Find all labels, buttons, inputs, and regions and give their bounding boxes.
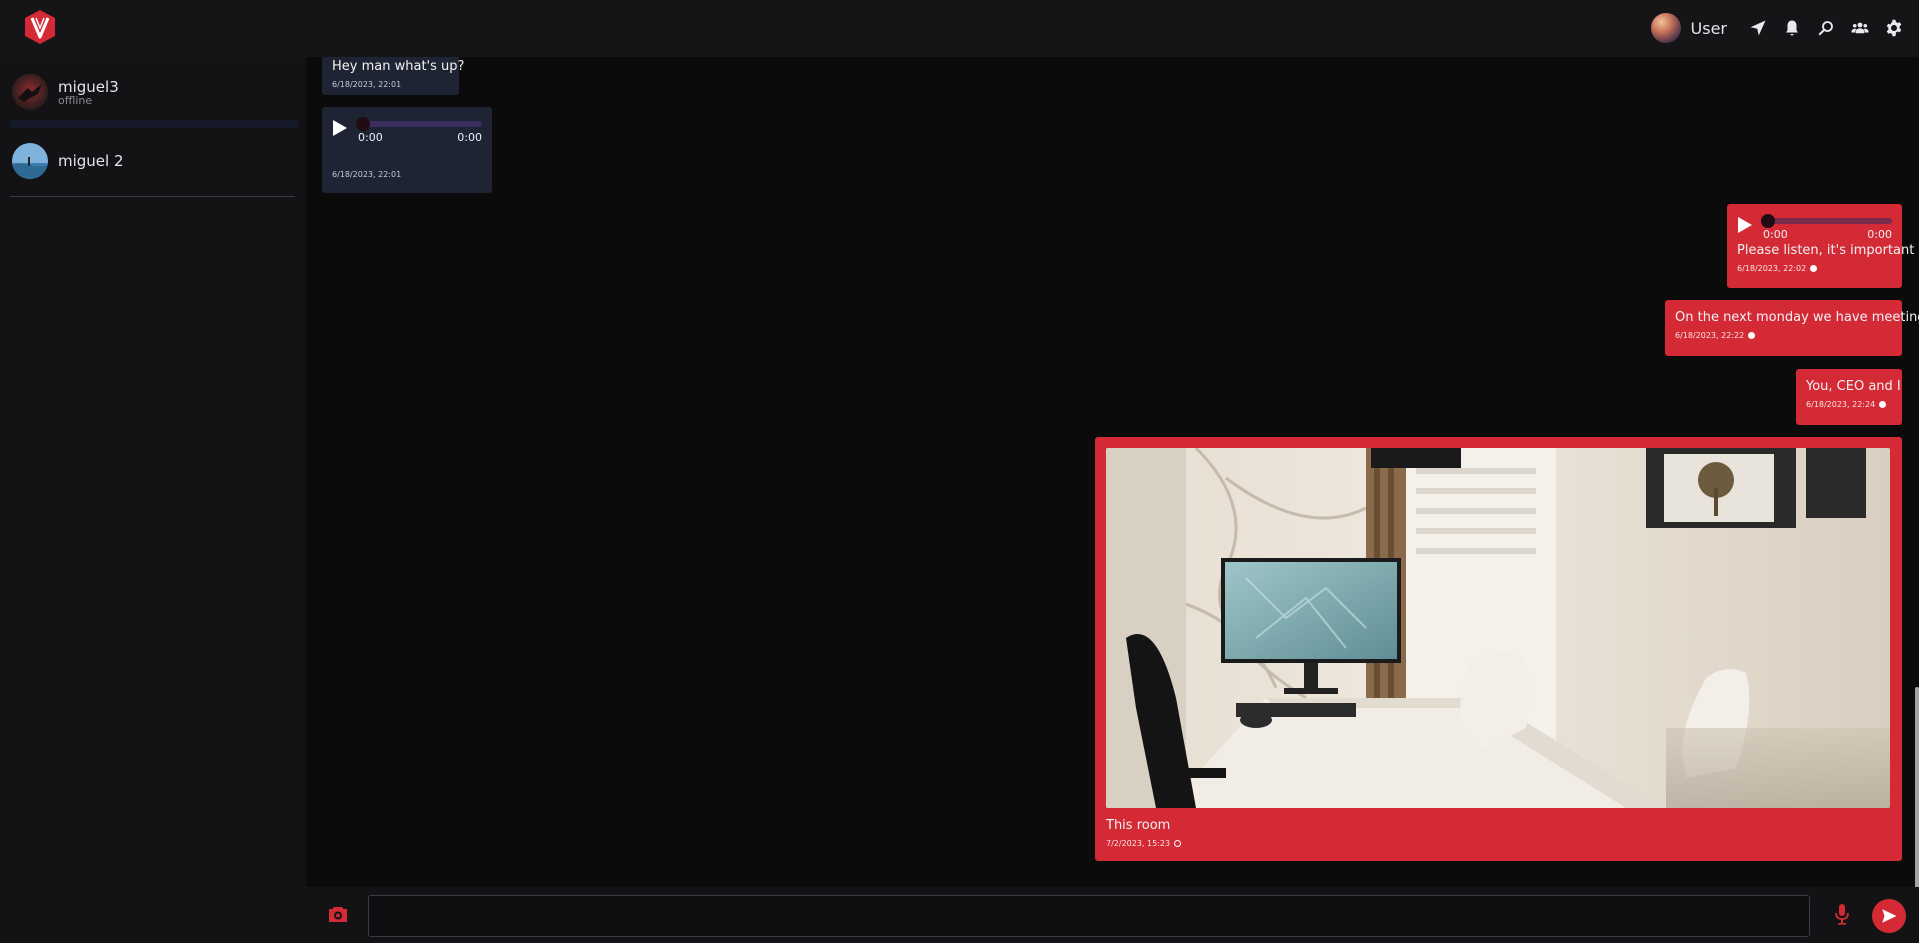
read-status-icon — [1810, 265, 1818, 272]
play-icon[interactable] — [332, 119, 348, 137]
top-bar: User — [0, 0, 1919, 57]
message-time: 6/18/2023, 22:24 — [1806, 400, 1892, 409]
send-button[interactable] — [1872, 899, 1906, 933]
audio-duration: 0:00 — [457, 131, 482, 144]
timestamp: 6/18/2023, 22:22 — [1675, 331, 1745, 340]
sidebar-divider — [10, 196, 295, 197]
timestamp: 6/18/2023, 22:01 — [332, 80, 402, 89]
message-text: Hey man what's up? — [332, 59, 465, 74]
bell-icon[interactable] — [1781, 17, 1803, 39]
contact-avatar — [12, 74, 48, 110]
message-image[interactable] — [1106, 448, 1890, 808]
read-status-icon — [1879, 401, 1887, 408]
contact-avatar — [12, 143, 48, 179]
message-outgoing-audio: 0:00 0:00 Please listen, it's important … — [1727, 204, 1915, 288]
audio-progress[interactable] — [1761, 214, 1892, 228]
chat-area[interactable]: Hey man what's up? 6/18/2023, 22:01 0:00… — [306, 57, 1919, 887]
contact-item[interactable]: miguel 2 — [10, 126, 295, 196]
message-outgoing-image: This room 7/2/2023, 15:23 — [1095, 437, 1902, 861]
message-time: 6/18/2023, 22:22 — [1675, 331, 1892, 340]
message-incoming-audio: 0:00 0:00 6/18/2023, 22:01 — [322, 107, 492, 193]
timestamp: 6/18/2023, 22:24 — [1806, 400, 1876, 409]
gear-icon[interactable] — [1883, 17, 1905, 39]
app-logo[interactable] — [22, 9, 58, 45]
audio-player: 0:00 0:00 — [1737, 214, 1892, 241]
send-location-icon[interactable] — [1747, 17, 1769, 39]
header-actions: User — [1650, 12, 1905, 44]
audio-duration: 0:00 — [1867, 228, 1892, 241]
timestamp: 6/18/2023, 22:01 — [332, 170, 402, 179]
contact-item[interactable]: miguel3 offline — [10, 57, 295, 127]
audio-current-time: 0:00 — [1763, 228, 1788, 241]
search-icon[interactable] — [1815, 17, 1837, 39]
message-text: This room — [1106, 818, 1171, 833]
audio-current-time: 0:00 — [358, 131, 383, 144]
audio-scrubber[interactable] — [356, 117, 370, 131]
audio-player: 0:00 0:00 — [332, 117, 482, 144]
message-outgoing: On the next monday we have meeting 6/18/… — [1665, 300, 1919, 356]
timestamp: 7/2/2023, 15:23 — [1106, 839, 1171, 848]
contact-name: miguel3 — [58, 77, 119, 96]
message-composer — [306, 887, 1919, 943]
message-time: 6/18/2023, 22:01 — [332, 170, 482, 179]
message-outgoing: You, CEO and I 6/18/2023, 22:24 — [1796, 369, 1902, 425]
chat-scrollbar[interactable] — [1915, 687, 1919, 887]
message-input[interactable] — [368, 895, 1810, 937]
message-text: Please listen, it's important — [1737, 243, 1915, 258]
message-text: You, CEO and I — [1806, 379, 1901, 394]
play-icon[interactable] — [1737, 216, 1753, 234]
microphone-icon[interactable] — [1834, 903, 1850, 925]
group-icon[interactable] — [1849, 17, 1871, 39]
contact-name: miguel 2 — [58, 152, 124, 170]
send-icon — [1882, 909, 1897, 923]
audio-progress[interactable] — [356, 117, 482, 131]
contacts-sidebar: miguel3 offline miguel 2 — [0, 57, 306, 943]
read-status-icon — [1748, 332, 1756, 339]
timestamp: 6/18/2023, 22:02 — [1737, 264, 1807, 273]
user-name[interactable]: User — [1691, 19, 1727, 38]
message-text: On the next monday we have meeting — [1675, 310, 1919, 325]
audio-scrubber[interactable] — [1761, 214, 1775, 228]
message-time: 7/2/2023, 15:23 — [1106, 839, 1891, 848]
sent-status-icon — [1174, 840, 1182, 847]
user-avatar[interactable] — [1650, 13, 1681, 43]
message-time: 6/18/2023, 22:02 — [1737, 264, 1892, 273]
camera-icon[interactable] — [328, 905, 348, 923]
message-time: 6/18/2023, 22:01 — [332, 80, 449, 89]
message-incoming: Hey man what's up? 6/18/2023, 22:01 — [322, 57, 465, 95]
